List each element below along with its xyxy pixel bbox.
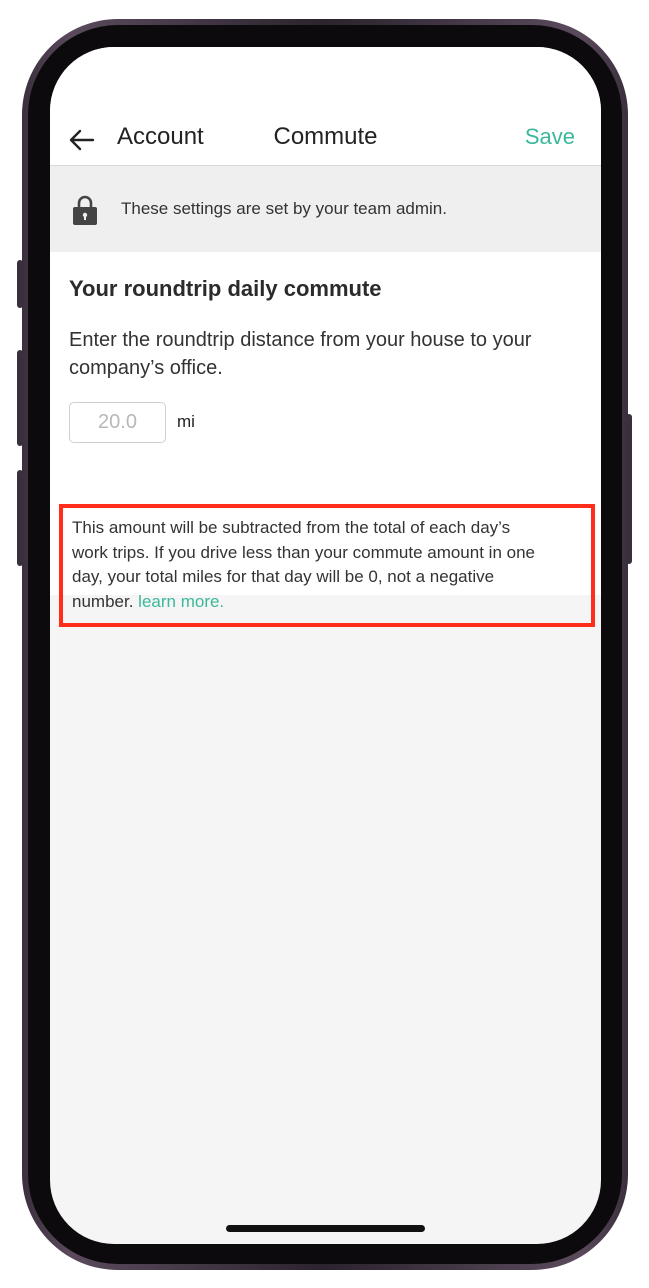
commute-settings-section: Your roundtrip daily commute Enter the r… [50, 252, 601, 627]
save-button[interactable]: Save [525, 124, 575, 150]
power-button [626, 414, 632, 564]
volume-down-button [17, 470, 23, 566]
app-screen: Account Commute Save These settings are … [50, 47, 601, 1244]
home-indicator[interactable] [226, 1225, 425, 1232]
section-title: Your roundtrip daily commute [69, 276, 382, 301]
back-button[interactable]: Account [117, 123, 204, 151]
lock-icon [73, 195, 97, 225]
action-button [17, 260, 23, 308]
volume-up-button [17, 350, 23, 446]
navigation-bar: Account Commute Save [50, 117, 601, 166]
learn-more-link[interactable]: learn more. [138, 592, 224, 611]
section-description: Enter the roundtrip distance from your h… [69, 329, 532, 379]
distance-unit-label: mi [177, 412, 195, 431]
commute-explanation: This amount will be subtracted from the … [72, 516, 542, 614]
admin-banner-text: These settings are set by your team admi… [121, 199, 447, 218]
commute-distance-input[interactable] [69, 402, 166, 443]
admin-lock-banner: These settings are set by your team admi… [50, 166, 601, 252]
arrow-left-icon[interactable] [67, 125, 97, 155]
status-bar [50, 47, 601, 117]
commute-explanation-box: This amount will be subtracted from the … [59, 504, 595, 627]
